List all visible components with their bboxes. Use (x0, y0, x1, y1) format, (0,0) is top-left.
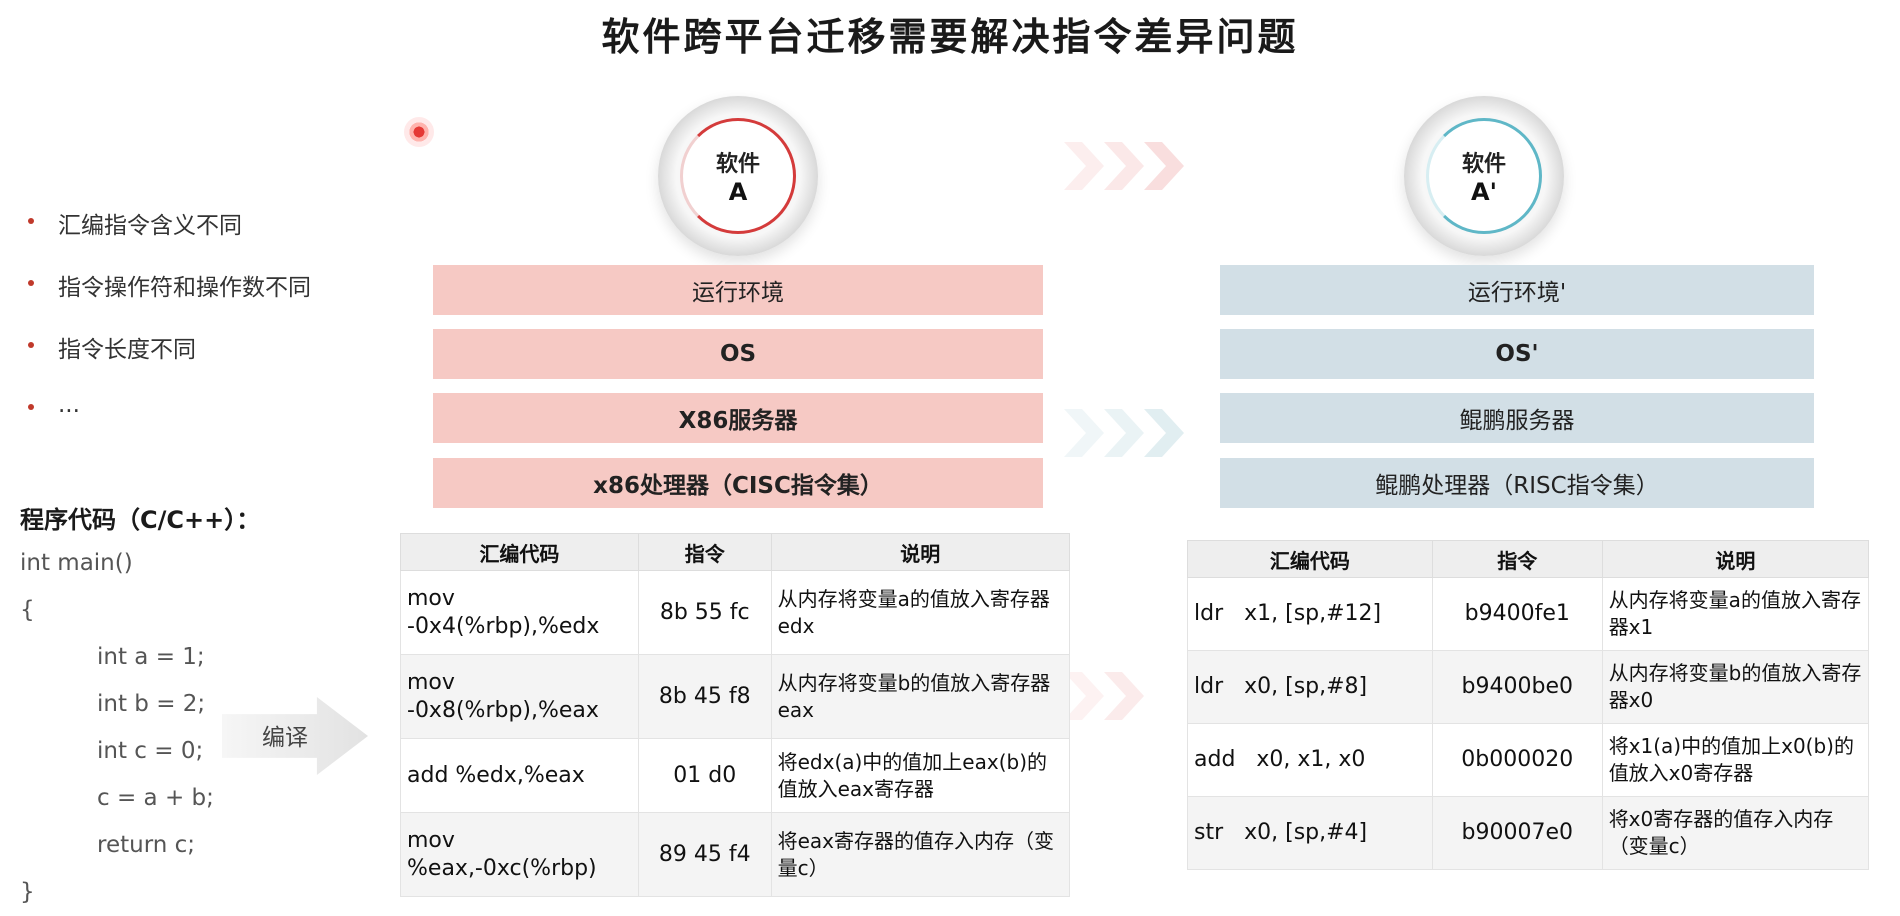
code-line: int c = 0; (97, 738, 204, 764)
opcode-cell: 01 d0 (637, 738, 772, 813)
table-row: add x0, x1, x0 0b000020 将x1(a)中的值加上x0(b)… (1187, 723, 1870, 797)
slide-title: 软件跨平台迁移需要解决指令差异问题 (601, 15, 1299, 59)
asm-cell: add %edx,%eax (400, 738, 639, 813)
software-a-name: A (728, 178, 748, 206)
opcode-cell: 8b 45 f8 (637, 654, 772, 739)
migration-arrow-icon (1064, 142, 1104, 190)
description-cell: 从内存将变量a的值放入寄存器edx (770, 570, 1071, 655)
table-row: mov -0x4(%rbp),%edx 8b 55 fc 从内存将变量a的值放入… (400, 570, 1071, 655)
migration-arrow-icon (1064, 409, 1104, 457)
description-cell: 将x1(a)中的值加上x0(b)的值放入x0寄存器 (1601, 723, 1870, 797)
code-line: int main() (20, 550, 133, 576)
code-line: { (20, 597, 35, 623)
compile-label: 编译 (262, 725, 308, 751)
opcode-cell: 89 45 f4 (637, 812, 772, 897)
x86-runtime-layer: 运行环境 (433, 265, 1043, 315)
asm-cell: add x0, x1, x0 (1187, 723, 1433, 797)
table-row: ldr x1, [sp,#12] b9400fe1 从内存将变量a的值放入寄存器… (1187, 577, 1870, 651)
description-cell: 将x0寄存器的值存入内存（变量c） (1601, 796, 1870, 870)
opcode-cell: 0b000020 (1431, 723, 1603, 797)
recording-indicator-icon (404, 117, 434, 147)
kunpeng-processor-layer: 鲲鹏处理器（RISC指令集） (1220, 458, 1814, 508)
migration-arrow-icon (1064, 672, 1104, 720)
asm-cell: ldr x0, [sp,#8] (1187, 650, 1433, 724)
source-code-block: int main() { int a = 1; int b = 2; int c… (20, 540, 214, 916)
bullet-item: ... (26, 392, 311, 454)
migration-arrow-icon (1104, 142, 1144, 190)
opcode-cell: b90007e0 (1431, 796, 1603, 870)
x86-assembly-table: 汇编代码 指令 说明 mov -0x4(%rbp),%edx 8b 55 fc … (400, 533, 1071, 897)
code-line: } (20, 879, 35, 905)
description-cell: 从内存将变量a的值放入寄存器x1 (1601, 577, 1870, 651)
migration-arrow-icon (1104, 672, 1144, 720)
kunpeng-server-layer: 鲲鹏服务器 (1220, 393, 1814, 443)
description-cell: 从内存将变量b的值放入寄存器x0 (1601, 650, 1870, 724)
software-a-prime-name: A' (1471, 178, 1497, 206)
arm-assembly-table: 汇编代码 指令 说明 ldr x1, [sp,#12] b9400fe1 从内存… (1187, 540, 1870, 870)
table-row: str x0, [sp,#4] b90007e0 将x0寄存器的值存入内存（变量… (1187, 796, 1870, 870)
asm-cell: mov -0x4(%rbp),%edx (400, 570, 639, 655)
kunpeng-runtime-layer: 运行环境' (1220, 265, 1814, 315)
asm-cell: str x0, [sp,#4] (1187, 796, 1433, 870)
table-row: ldr x0, [sp,#8] b9400be0 从内存将变量b的值放入寄存器x… (1187, 650, 1870, 724)
difference-bullet-list: 汇编指令含义不同 指令操作符和操作数不同 指令长度不同 ... (26, 206, 311, 454)
x86-processor-layer: x86处理器（CISC指令集） (433, 458, 1043, 508)
bullet-item: 指令长度不同 (26, 330, 311, 392)
software-a-prime-badge: 软件 A' (1404, 96, 1564, 256)
kunpeng-os-layer: OS' (1220, 329, 1814, 379)
column-header: 指令 (1431, 540, 1603, 578)
column-header: 汇编代码 (400, 533, 639, 571)
column-header: 说明 (1601, 540, 1870, 578)
software-a-badge: 软件 A (658, 96, 818, 256)
migration-arrow-icon (1144, 409, 1184, 457)
description-cell: 将eax寄存器的值存入内存（变量c） (770, 812, 1071, 897)
table-row: mov -0x8(%rbp),%eax 8b 45 f8 从内存将变量b的值放入… (400, 654, 1071, 739)
table-row: mov %eax,-0xc(%rbp) 89 45 f4 将eax寄存器的值存入… (400, 812, 1071, 897)
software-a-prime-label: 软件 (1461, 152, 1506, 177)
bullet-item: 汇编指令含义不同 (26, 206, 311, 268)
asm-cell: ldr x1, [sp,#12] (1187, 577, 1433, 651)
column-header: 说明 (770, 533, 1071, 571)
code-line: int b = 2; (97, 691, 206, 717)
asm-cell: mov -0x8(%rbp),%eax (400, 654, 639, 739)
migration-arrow-icon (1144, 142, 1184, 190)
asm-cell: mov %eax,-0xc(%rbp) (400, 812, 639, 897)
opcode-cell: b9400be0 (1431, 650, 1603, 724)
software-a-label: 软件 (715, 152, 760, 177)
code-line: return c; (97, 832, 196, 858)
description-cell: 从内存将变量b的值放入寄存器eax (770, 654, 1071, 739)
code-title: 程序代码（C/C++）： (20, 506, 261, 534)
column-header: 汇编代码 (1187, 540, 1433, 578)
opcode-cell: b9400fe1 (1431, 577, 1603, 651)
code-line: int a = 1; (97, 644, 205, 670)
bullet-item: 指令操作符和操作数不同 (26, 268, 311, 330)
table-row: add %edx,%eax 01 d0 将edx(a)中的值加上eax(b)的值… (400, 738, 1071, 813)
x86-server-layer: X86服务器 (433, 393, 1043, 443)
opcode-cell: 8b 55 fc (637, 570, 772, 655)
migration-arrow-icon (1104, 409, 1144, 457)
x86-os-layer: OS (433, 329, 1043, 379)
column-header: 指令 (637, 533, 772, 571)
description-cell: 将edx(a)中的值加上eax(b)的值放入eax寄存器 (770, 738, 1071, 813)
code-line: c = a + b; (97, 785, 214, 811)
